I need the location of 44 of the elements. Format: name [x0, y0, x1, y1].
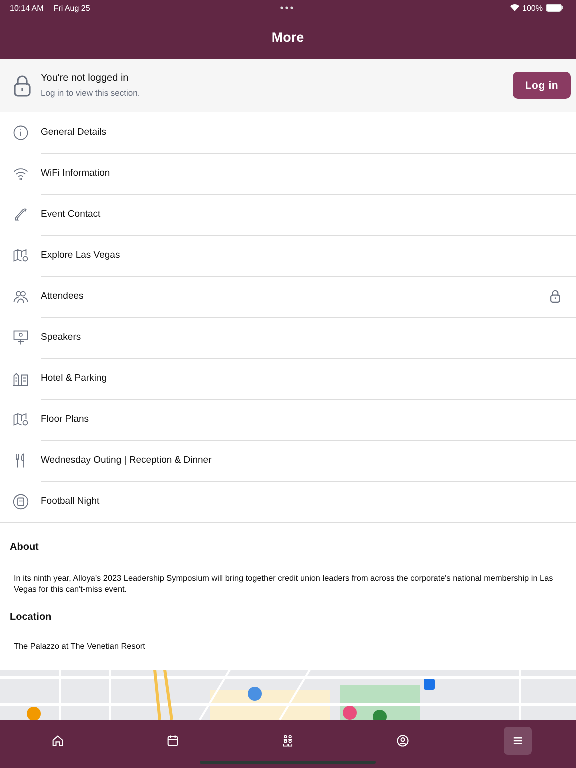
section-heading: About	[9, 542, 40, 553]
page-title: More	[270, 29, 306, 47]
calendar-icon	[166, 734, 180, 748]
wifi-icon	[510, 4, 520, 12]
menu-item[interactable]: Event Contact	[0, 194, 576, 235]
about-text: In its ninth year, Alloya's 2023 Leadership Symposium will bring together credit union leaders from across the corporate's national membership in Las Vegas for this can't-miss event.	[13, 573, 554, 595]
location-text: The Palazzo at The Venetian Resort	[13, 642, 146, 651]
login-button[interactable]: Log in	[513, 72, 571, 99]
menu-item-label: General Details	[41, 126, 108, 138]
login-title: You're not logged in	[41, 73, 130, 84]
menu-item-label: Floor Plans	[41, 414, 90, 424]
battery-percent: 100%	[522, 4, 543, 12]
profile-icon	[396, 734, 410, 748]
login-subtitle: Log in to view this section.	[41, 88, 142, 98]
menu-item[interactable]: Floor Plans	[0, 399, 576, 440]
menu-item-label: Explore Las Vegas	[41, 250, 122, 260]
lock-icon	[14, 74, 31, 96]
ticket-icon	[12, 492, 30, 510]
menu-item[interactable]: WiFi Information	[0, 153, 576, 194]
menu-item[interactable]: Speakers	[0, 317, 576, 358]
home-icon	[50, 734, 65, 748]
more-dots-icon	[280, 6, 294, 10]
map-pin-icon	[12, 410, 30, 428]
people-icon	[280, 734, 295, 748]
status-time: 10:14 AM	[10, 4, 44, 12]
presenter-icon	[12, 328, 30, 346]
section-heading: Location	[9, 612, 53, 623]
menu-item[interactable]: General Details	[0, 112, 576, 153]
menu-item-label: Football Night	[41, 496, 101, 506]
battery-icon	[546, 4, 564, 12]
status-date: Fri Aug 25	[54, 4, 90, 12]
menu-item[interactable]: Wednesday Outing | Reception & Dinner	[0, 440, 576, 481]
menu-item[interactable]: Explore Las Vegas	[0, 235, 576, 276]
tab-button[interactable]	[504, 727, 532, 755]
menu-item-label: Wednesday Outing | Reception & Dinner	[41, 454, 213, 466]
menu-item-label: WiFi Information	[41, 168, 112, 178]
menu-item-label: Speakers	[41, 332, 82, 342]
menu-item-label: Hotel & Parking	[41, 372, 108, 384]
map-pin-icon	[12, 246, 30, 264]
menu-item-label: Attendees	[41, 290, 85, 302]
menu-item[interactable]: Attendees	[0, 276, 576, 317]
info-icon	[12, 124, 30, 142]
menu-item[interactable]: Hotel & Parking	[0, 358, 576, 399]
menu-item-label: Event Contact	[41, 208, 102, 220]
